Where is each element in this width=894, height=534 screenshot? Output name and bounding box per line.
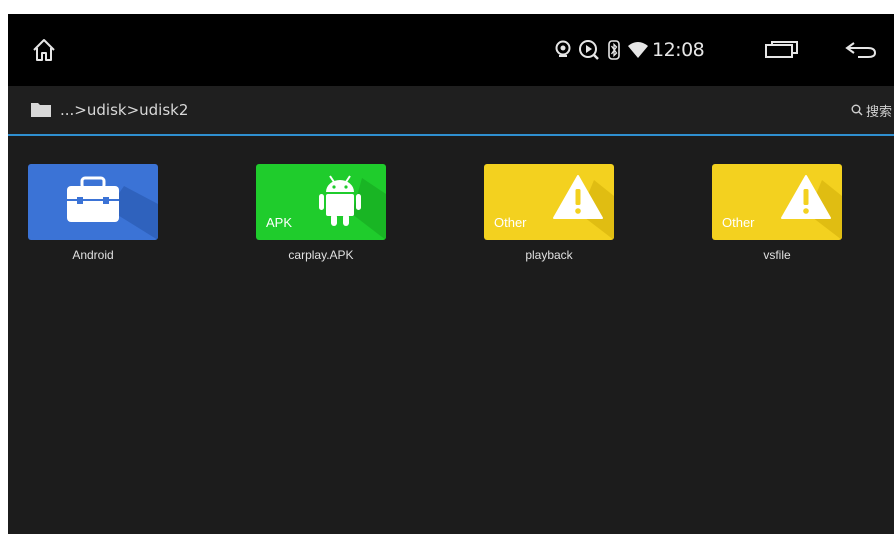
file-name: playback [525, 248, 573, 262]
file-thumbnail: Other [484, 164, 614, 240]
warning-triangle-icon [781, 175, 831, 219]
search-button[interactable]: 搜索 [851, 86, 894, 134]
file-item-android[interactable]: Android [8, 164, 178, 262]
path-bar: ...>udisk>udisk2 搜索 [8, 86, 894, 136]
bluetooth-icon [606, 14, 622, 86]
file-type-label: APK [266, 215, 293, 230]
file-item-apk[interactable]: APK carplay.APK [236, 164, 406, 262]
file-name: Android [72, 248, 114, 262]
file-grid: Android APK carplay.APK Other playback O… [8, 136, 894, 534]
file-item-vsfile[interactable]: Other vsfile [692, 164, 862, 262]
search-label: 搜索 [865, 104, 892, 120]
recent-apps-icon [765, 41, 798, 58]
file-thumbnail: Other [712, 164, 842, 240]
toolbox-icon [67, 176, 119, 222]
search-icon [851, 104, 863, 116]
recent-apps-button[interactable] [760, 14, 804, 86]
back-button[interactable] [840, 14, 882, 86]
wifi-icon [626, 14, 650, 86]
status-bar: 12:08 [8, 14, 894, 86]
home-icon [33, 39, 55, 61]
media-playback-icon [576, 14, 602, 86]
file-type-label: Other [494, 215, 527, 230]
clock: 12:08 [652, 39, 705, 61]
file-thumbnail [28, 164, 158, 240]
back-icon [845, 42, 877, 58]
file-type-label: Other [722, 215, 755, 230]
location-icon [552, 14, 574, 86]
file-name: carplay.APK [288, 248, 354, 262]
file-thumbnail: APK [256, 164, 386, 240]
file-item-playback[interactable]: Other playback [464, 164, 634, 262]
breadcrumb[interactable]: ...>udisk>udisk2 [60, 86, 188, 134]
screen: 12:08 ...>udisk>udisk2 搜索 Android APK ca… [8, 14, 894, 534]
file-name: vsfile [763, 248, 791, 262]
folder-icon [30, 100, 52, 122]
warning-triangle-icon [553, 175, 603, 219]
android-robot-icon [319, 175, 361, 226]
home-button[interactable] [26, 14, 62, 86]
